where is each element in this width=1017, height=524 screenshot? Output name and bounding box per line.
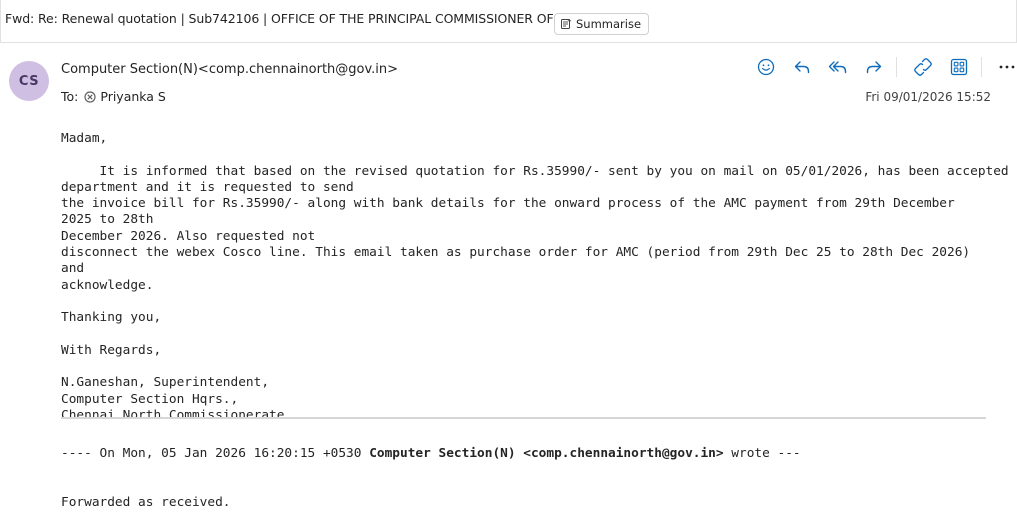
greeting: Madam, bbox=[61, 131, 108, 146]
summarise-label: Summarise bbox=[576, 17, 642, 31]
reply-all-icon bbox=[828, 61, 847, 74]
summarise-icon bbox=[560, 18, 572, 30]
forwarded-note: Forwarded as received. bbox=[61, 495, 231, 510]
link-icon bbox=[914, 58, 932, 76]
subject-bar: Fwd: Re: Renewal quotation | Sub742106 |… bbox=[0, 0, 1017, 43]
link-button[interactable] bbox=[911, 56, 935, 78]
to-label: To: bbox=[61, 89, 79, 104]
message-actions-toolbar bbox=[754, 56, 1017, 78]
body-paragraph-line: disconnect the webex Cosco line. This em… bbox=[61, 245, 971, 277]
quote-divider bbox=[61, 417, 986, 419]
reply-icon bbox=[794, 61, 810, 74]
body-paragraph-line: It is informed that based on the revised… bbox=[61, 163, 1017, 179]
body-paragraph-line: department and it is requested to send bbox=[61, 179, 354, 195]
apps-button[interactable] bbox=[947, 56, 971, 78]
signature-line: Computer Section Hqrs., bbox=[61, 391, 239, 407]
toolbar-divider bbox=[981, 57, 982, 77]
signature-line: N.Ganeshan, Superintendent, bbox=[61, 375, 270, 391]
reply-button[interactable] bbox=[790, 56, 814, 78]
reading-pane: CS Computer Section(N)<comp.chennainorth… bbox=[0, 43, 1017, 524]
closing-regards: With Regards, bbox=[61, 342, 162, 358]
more-horizontal-icon bbox=[999, 65, 1015, 69]
body-paragraph-line: the invoice bill for Rs.35990/- along wi… bbox=[61, 196, 955, 228]
forward-button[interactable] bbox=[862, 56, 886, 78]
apps-grid-icon bbox=[950, 58, 968, 76]
quoted-author: Computer Section(N) <comp.chennainorth@g… bbox=[369, 446, 724, 461]
email-subject: Fwd: Re: Renewal quotation | Sub742106 |… bbox=[5, 11, 583, 26]
summarise-button[interactable]: Summarise bbox=[554, 13, 650, 35]
closing-thanks: Thanking you, bbox=[61, 310, 162, 326]
recipient-chip[interactable]: Priyanka S bbox=[84, 89, 166, 104]
more-actions-button[interactable] bbox=[996, 56, 1017, 78]
toolbar-divider bbox=[896, 57, 897, 77]
quoted-suffix: wrote --- bbox=[723, 446, 801, 461]
reply-all-button[interactable] bbox=[826, 56, 850, 78]
recipient-name: Priyanka S bbox=[100, 89, 166, 104]
body-paragraph-line: December 2026. Also requested not bbox=[61, 228, 316, 244]
recipients-line: To: Priyanka S bbox=[61, 89, 166, 104]
quoted-prefix: ---- On Mon, 05 Jan 2026 16:20:15 +0530 bbox=[61, 446, 370, 461]
message-timestamp: Fri 09/01/2026 15:52 bbox=[865, 90, 991, 104]
sender-name[interactable]: Computer Section(N)<comp.chennainorth@go… bbox=[61, 62, 398, 77]
presence-unknown-icon bbox=[84, 90, 96, 103]
body-paragraph-line: acknowledge. bbox=[61, 277, 154, 293]
forward-icon bbox=[866, 61, 882, 74]
message-body: Madam, It is informed that based on the … bbox=[61, 131, 1017, 424]
smiley-icon bbox=[757, 58, 775, 76]
emoji-react-button[interactable] bbox=[754, 56, 778, 78]
quoted-header: ---- On Mon, 05 Jan 2026 16:20:15 +0530 … bbox=[61, 446, 801, 462]
sender-avatar[interactable]: CS bbox=[9, 61, 49, 101]
